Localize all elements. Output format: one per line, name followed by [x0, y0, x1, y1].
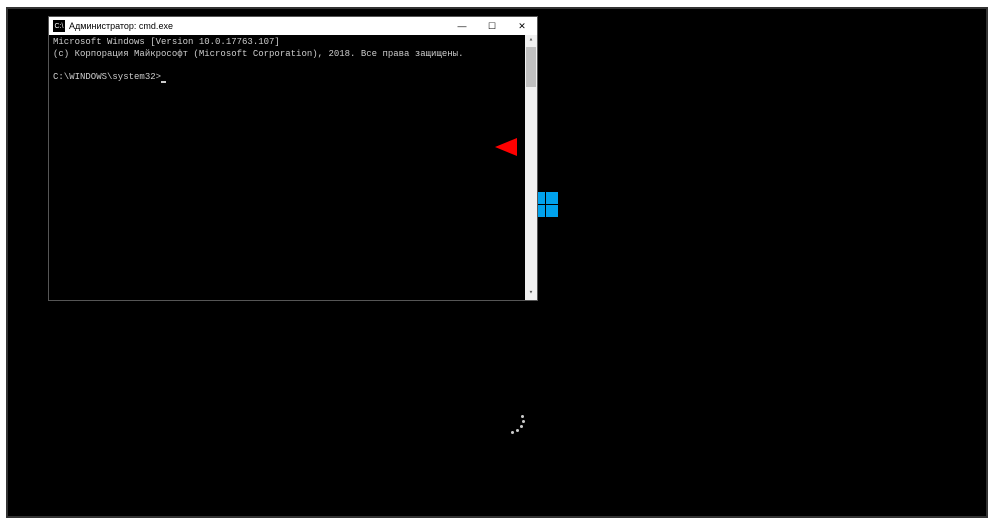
cmd-terminal-body[interactable]: Microsoft Windows [Version 10.0.17763.10…: [49, 35, 537, 300]
scrollbar-down-button[interactable]: ▾: [525, 288, 537, 300]
cmd-window[interactable]: C:\ Администратор: cmd.exe — ☐ ✕ Microso…: [48, 16, 538, 301]
cmd-copyright-line: (c) Корпорация Майкрософт (Microsoft Cor…: [53, 49, 533, 61]
minimize-button[interactable]: —: [447, 17, 477, 35]
cmd-blank-line: [53, 60, 533, 72]
cmd-titlebar[interactable]: C:\ Администратор: cmd.exe — ☐ ✕: [49, 17, 537, 35]
cmd-icon: C:\: [53, 20, 65, 32]
cmd-title-text: Администратор: cmd.exe: [69, 21, 447, 31]
cursor-icon: [161, 81, 166, 83]
maximize-button[interactable]: ☐: [477, 17, 507, 35]
scrollbar-thumb[interactable]: [526, 47, 536, 87]
scrollbar-up-button[interactable]: ▴: [525, 35, 537, 47]
titlebar-controls: — ☐ ✕: [447, 17, 537, 35]
cmd-version-line: Microsoft Windows [Version 10.0.17763.10…: [53, 37, 533, 49]
close-button[interactable]: ✕: [507, 17, 537, 35]
cmd-scrollbar[interactable]: ▴ ▾: [525, 35, 537, 300]
annotation-arrow-icon: [495, 132, 865, 162]
desktop-background: C:\ Администратор: cmd.exe — ☐ ✕ Microso…: [6, 7, 988, 518]
loading-spinner-icon: [496, 409, 526, 439]
cmd-prompt-line: C:\WINDOWS\system32>: [53, 72, 533, 84]
